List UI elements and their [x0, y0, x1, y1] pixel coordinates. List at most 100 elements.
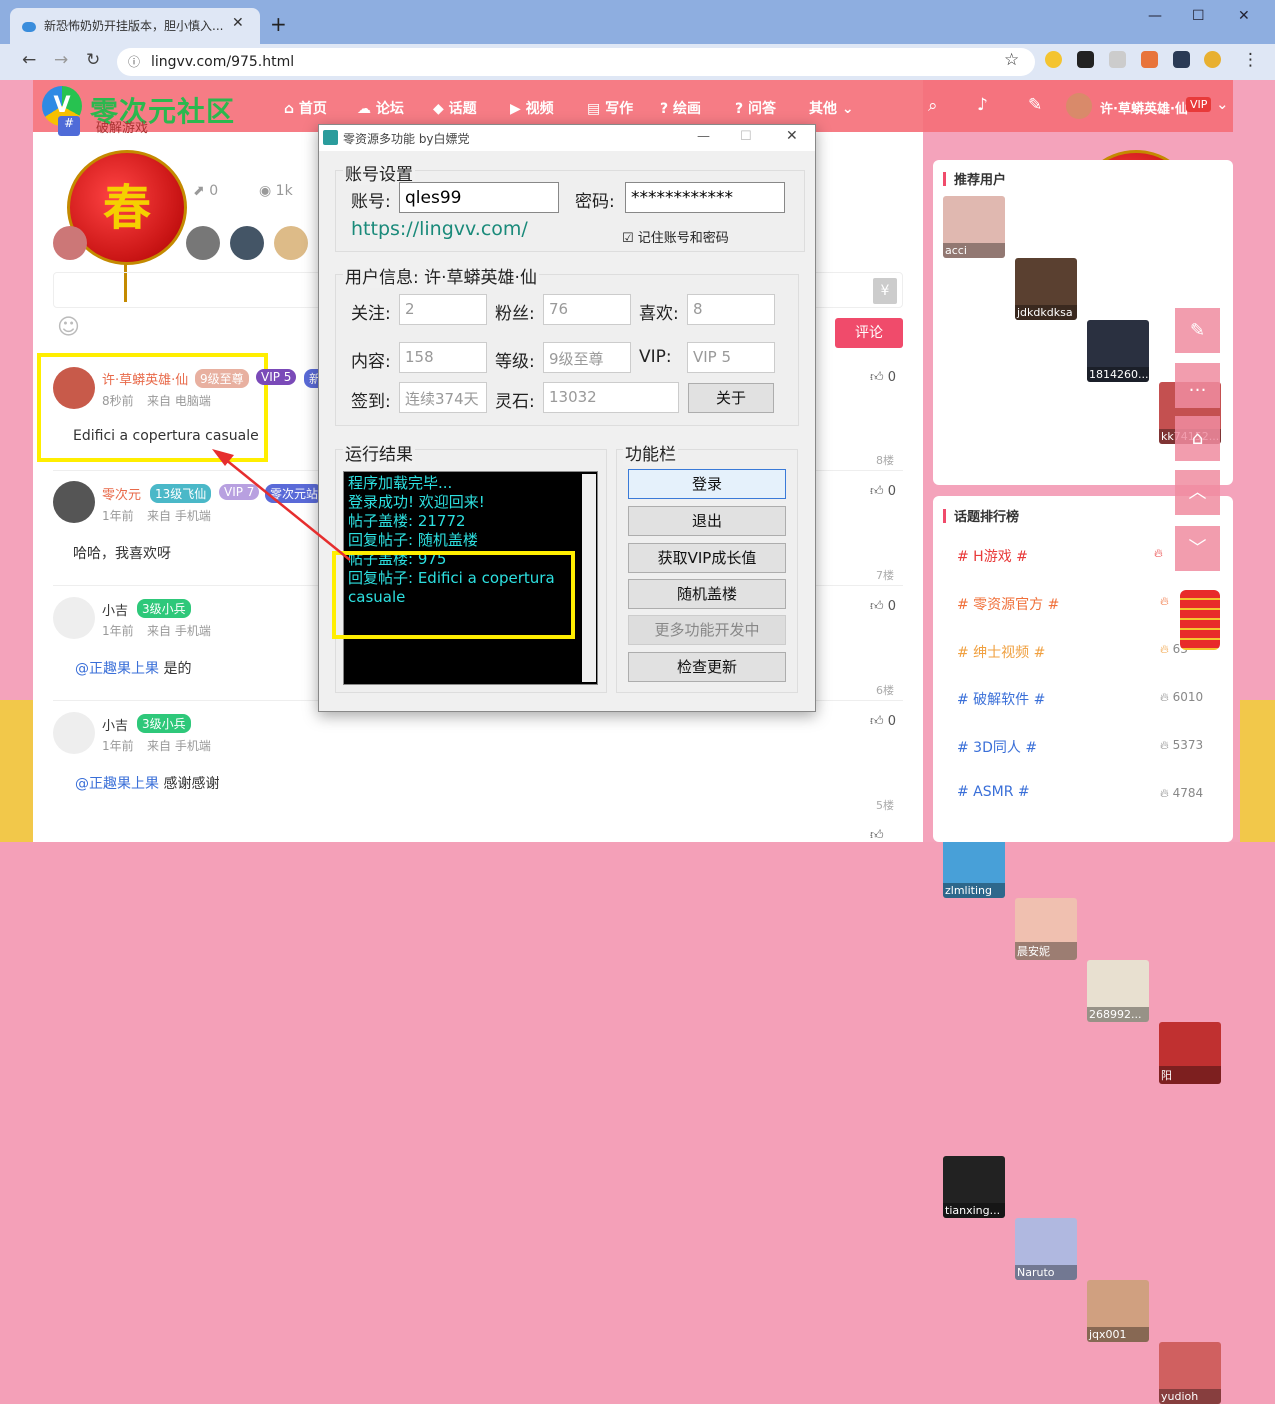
recommended-user-tile[interactable]: acci: [943, 196, 1005, 258]
reader-avatar[interactable]: [186, 226, 220, 260]
nav-home[interactable]: ⌂ 首页: [284, 98, 327, 118]
recommended-user-tile[interactable]: tianxing...: [943, 1156, 1005, 1218]
bell-icon[interactable]: ♪: [977, 95, 988, 115]
extension-moon-icon[interactable]: [1045, 51, 1062, 68]
logout-button[interactable]: 退出: [628, 506, 786, 536]
about-button[interactable]: 关于: [688, 383, 774, 413]
extra-badge: 零次元站: [265, 484, 324, 503]
extension-icon[interactable]: [1109, 51, 1126, 68]
forward-icon[interactable]: →: [54, 50, 68, 70]
like-button[interactable]: 👍︎: [870, 828, 884, 843]
scroll-up-icon[interactable]: ︿: [1175, 470, 1220, 515]
nav-more[interactable]: 其他 ⌄: [809, 98, 854, 118]
profile-avatar-icon[interactable]: [1204, 51, 1221, 68]
bookmark-star-icon[interactable]: ☆: [1004, 50, 1019, 70]
like-button[interactable]: 👍︎ 0: [870, 370, 896, 385]
comment-source: 来自 电脑端: [147, 394, 211, 408]
extension-image-icon[interactable]: [1141, 51, 1158, 68]
topic-item[interactable]: # ASMR #: [957, 784, 1030, 800]
left-decoration: [0, 700, 33, 842]
recommended-user-tile[interactable]: jdkdkdksa: [1015, 258, 1077, 320]
extensions-puzzle-icon[interactable]: [1173, 51, 1190, 68]
check-update-button[interactable]: 检查更新: [628, 652, 786, 682]
nav-topic[interactable]: ◆ 话题: [433, 98, 477, 118]
nav-draw[interactable]: ? 绘画: [660, 98, 701, 118]
commenter-name[interactable]: 小吉: [102, 600, 128, 619]
recommended-user-tile[interactable]: yudioh: [1159, 1342, 1221, 1404]
chat-float-icon[interactable]: …: [1175, 363, 1220, 408]
like-button[interactable]: 👍︎ 0: [870, 714, 896, 729]
new-tab-icon[interactable]: +: [270, 12, 287, 36]
comment-source: 来自 手机端: [147, 739, 211, 753]
commenter-name[interactable]: 小吉: [102, 715, 128, 734]
user-avatar[interactable]: [1066, 93, 1092, 119]
random-floor-button[interactable]: 随机盖楼: [628, 579, 786, 609]
address-bar[interactable]: lingvv.com/975.html: [117, 48, 1035, 76]
reader-avatar[interactable]: [53, 226, 87, 260]
search-icon[interactable]: ⌕: [928, 96, 938, 116]
stone-field: 13032: [543, 382, 679, 413]
like-button[interactable]: 👍︎ 0: [870, 599, 896, 614]
back-icon[interactable]: ←: [22, 50, 36, 70]
dialog-maximize-icon[interactable]: ☐: [740, 129, 752, 144]
mention-link[interactable]: @正趣果上果: [75, 776, 159, 792]
window-close-icon[interactable]: ✕: [1238, 8, 1250, 24]
topic-item[interactable]: # 破解软件 #: [957, 689, 1045, 709]
reward-icon[interactable]: ¥: [873, 278, 897, 304]
comment-submit-button[interactable]: 评论: [835, 318, 903, 348]
floor-number: 5楼: [876, 799, 894, 812]
commenter-avatar[interactable]: [53, 597, 95, 639]
commenter-avatar[interactable]: [53, 367, 95, 409]
close-tab-icon[interactable]: ✕: [232, 15, 244, 31]
nav-forum[interactable]: ☁ 论坛: [357, 98, 404, 118]
topic-item[interactable]: # 零资源官方 #: [957, 594, 1059, 614]
mention-link[interactable]: @正趣果上果: [75, 661, 159, 677]
recommended-user-tile[interactable]: zlmliting: [943, 836, 1005, 898]
recommended-user-tile[interactable]: Naruto: [1015, 1218, 1077, 1280]
minimize-icon[interactable]: —: [1148, 8, 1162, 24]
topic-item[interactable]: # 3D同人 #: [957, 737, 1037, 757]
scroll-down-icon[interactable]: ﹀: [1175, 526, 1220, 571]
share-icon[interactable]: ⬈ 0: [193, 183, 218, 199]
get-vip-button[interactable]: 获取VIP成长值: [628, 543, 786, 573]
reader-avatar[interactable]: [274, 226, 308, 260]
browser-menu-icon[interactable]: ⋮: [1242, 50, 1259, 70]
reload-icon[interactable]: ↻: [86, 50, 100, 70]
header-username[interactable]: 许·草蟒英雄·仙: [1100, 98, 1188, 117]
site-info-icon[interactable]: ⓘ: [128, 53, 140, 70]
recommended-user-tile[interactable]: 1814260...: [1087, 320, 1149, 382]
maximize-icon[interactable]: ☐: [1192, 8, 1205, 24]
commenter-avatar[interactable]: [53, 712, 95, 754]
commenter-avatar[interactable]: [53, 481, 95, 523]
dialog-minimize-icon[interactable]: —: [697, 129, 710, 144]
nav-video[interactable]: ▶ 视频: [510, 98, 554, 118]
account-input[interactable]: qles99: [399, 182, 559, 213]
topic-item[interactable]: # 绅士视频 #: [957, 642, 1045, 662]
commenter-name[interactable]: 零次元: [102, 484, 141, 503]
emoji-icon[interactable]: ☺: [57, 315, 80, 340]
recommended-user-tile[interactable]: 268992...: [1087, 960, 1149, 1022]
nav-qa[interactable]: ? 问答: [735, 98, 776, 118]
recommended-user-tile[interactable]: 阳: [1159, 1022, 1221, 1084]
reader-avatar[interactable]: [230, 226, 264, 260]
console-scrollbar[interactable]: [582, 474, 596, 682]
password-input[interactable]: ************: [625, 182, 785, 213]
extension-openai-icon[interactable]: [1077, 51, 1094, 68]
chevron-down-icon[interactable]: ⌄: [1216, 95, 1229, 113]
recommended-user-tile[interactable]: 晨安妮: [1015, 898, 1077, 960]
write-float-icon[interactable]: ✎: [1175, 308, 1220, 353]
topic-item[interactable]: # H游戏 #: [957, 546, 1028, 566]
breadcrumb[interactable]: 破解游戏: [96, 117, 148, 136]
site-link[interactable]: https://lingvv.com/: [351, 218, 528, 240]
dialog-close-icon[interactable]: ✕: [786, 128, 798, 144]
recommended-user-tile[interactable]: jqx001: [1087, 1280, 1149, 1342]
like-button[interactable]: 👍︎ 0: [870, 484, 896, 499]
commenter-name[interactable]: 许·草蟒英雄·仙: [102, 369, 188, 388]
browser-tab[interactable]: 新恐怖奶奶开挂版本，胆小慎入...: [10, 8, 260, 44]
comment-item: [53, 367, 95, 409]
remember-checkbox[interactable]: ☑ 记住账号和密码: [622, 227, 729, 246]
edit-icon[interactable]: ✎: [1028, 95, 1042, 115]
shirt-float-icon[interactable]: ⌂: [1175, 416, 1220, 461]
login-button[interactable]: 登录: [628, 469, 786, 499]
nav-write[interactable]: ▤ 写作: [587, 98, 633, 118]
